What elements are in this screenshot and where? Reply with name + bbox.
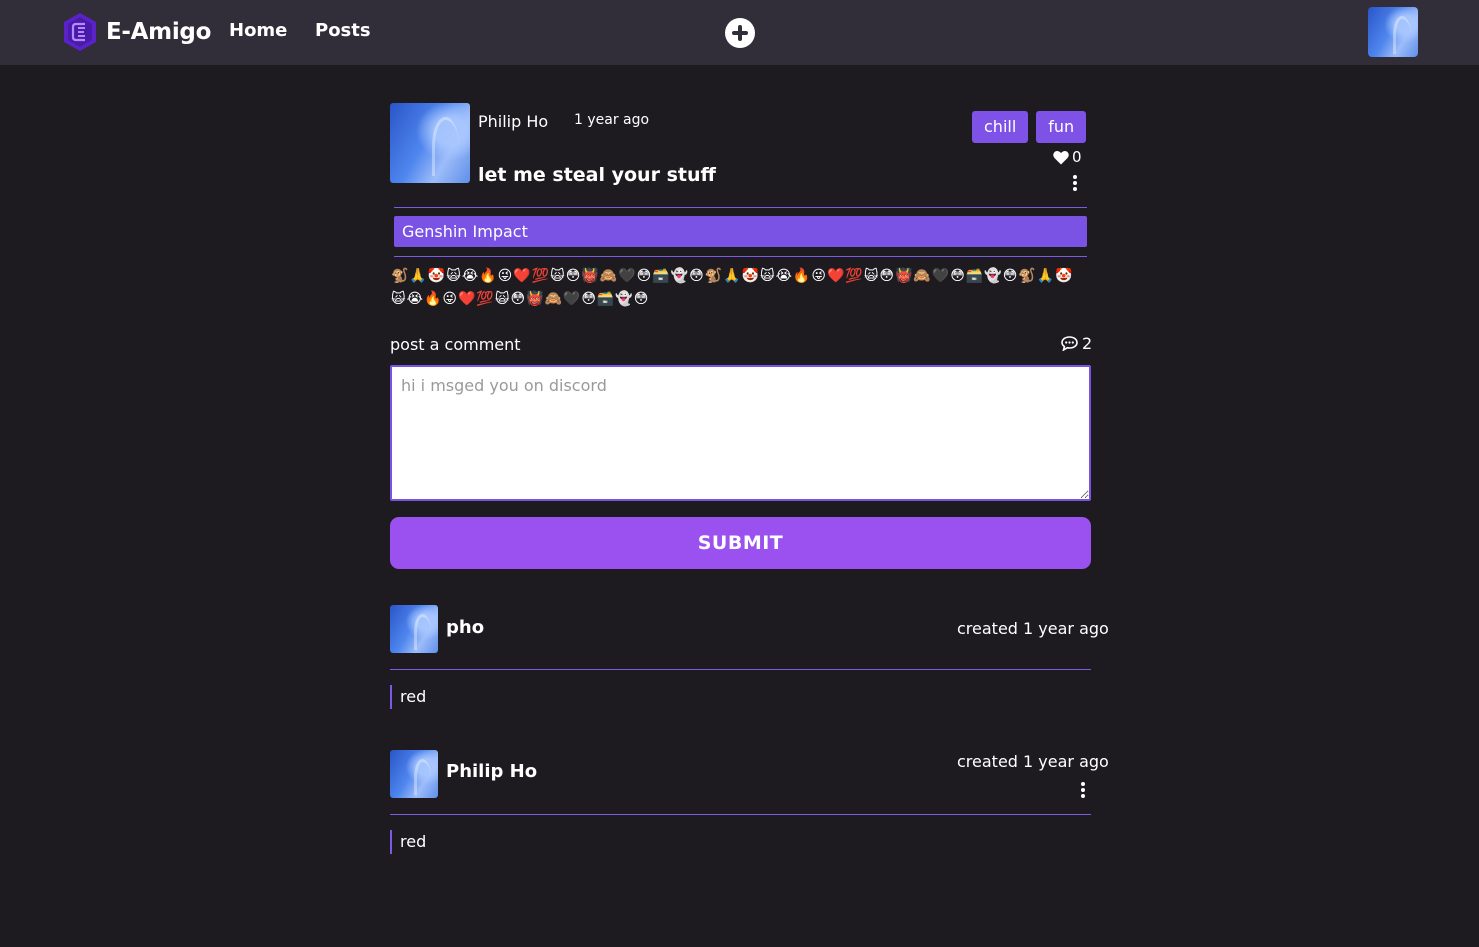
divider [394,256,1087,257]
brand[interactable]: E-Amigo [62,11,211,53]
divider [390,669,1091,670]
post-time: 1 year ago [574,112,650,128]
comment-count: 2 [1061,334,1092,353]
submit-button[interactable]: SUBMIT [390,517,1091,569]
heart-icon [1053,150,1069,164]
brand-name: E-Amigo [106,19,212,45]
like-count: 0 [1072,148,1082,166]
post-title: let me steal your stuff [478,164,716,186]
divider [390,814,1091,815]
divider [394,207,1087,208]
post-author[interactable]: Philip Ho [478,112,548,131]
tag-chill[interactable]: chill [972,111,1029,143]
comment-created: created 1 year ago [957,619,1109,638]
like-button[interactable]: 0 [1053,148,1082,166]
comment-created: created 1 year ago [957,752,1109,771]
comment-author-avatar [390,605,438,653]
add-post-icon[interactable] [725,18,755,48]
comment-textarea[interactable] [390,365,1091,501]
post-body-emojis: 🐒🙏🤡🙀😭🔥😜❤️💯🙀😳👹🙈🖤😳🗃️👻😳🐒🙏🤡🙀😭🔥😜❤️💯🙀😳👹🙈🖤😳🗃️👻😳… [391,268,1074,307]
game-label: Genshin Impact [394,216,1087,247]
comment-form-label: post a comment [390,335,521,354]
navbar: E-Amigo Home Posts [0,0,1479,65]
nav-home-link[interactable]: Home [229,20,287,41]
comment-body: red [390,685,426,709]
tag-fun[interactable]: fun [1036,111,1087,143]
comment-author-avatar [390,750,438,798]
post-tags: chill fun [972,111,1087,143]
nav-posts-link[interactable]: Posts [315,20,371,41]
comment-body: red [390,830,426,854]
comment-count-value: 2 [1082,334,1093,353]
user-avatar[interactable] [1368,7,1418,57]
post-more-options-icon[interactable] [1073,175,1077,191]
post-author-avatar [390,103,470,183]
comment-more-options-icon[interactable] [1081,782,1085,798]
comment-author[interactable]: Philip Ho [446,761,537,782]
comment-bubble-icon [1061,336,1078,351]
e-amigo-logo-icon [64,13,96,51]
comment-author[interactable]: pho [446,617,484,638]
